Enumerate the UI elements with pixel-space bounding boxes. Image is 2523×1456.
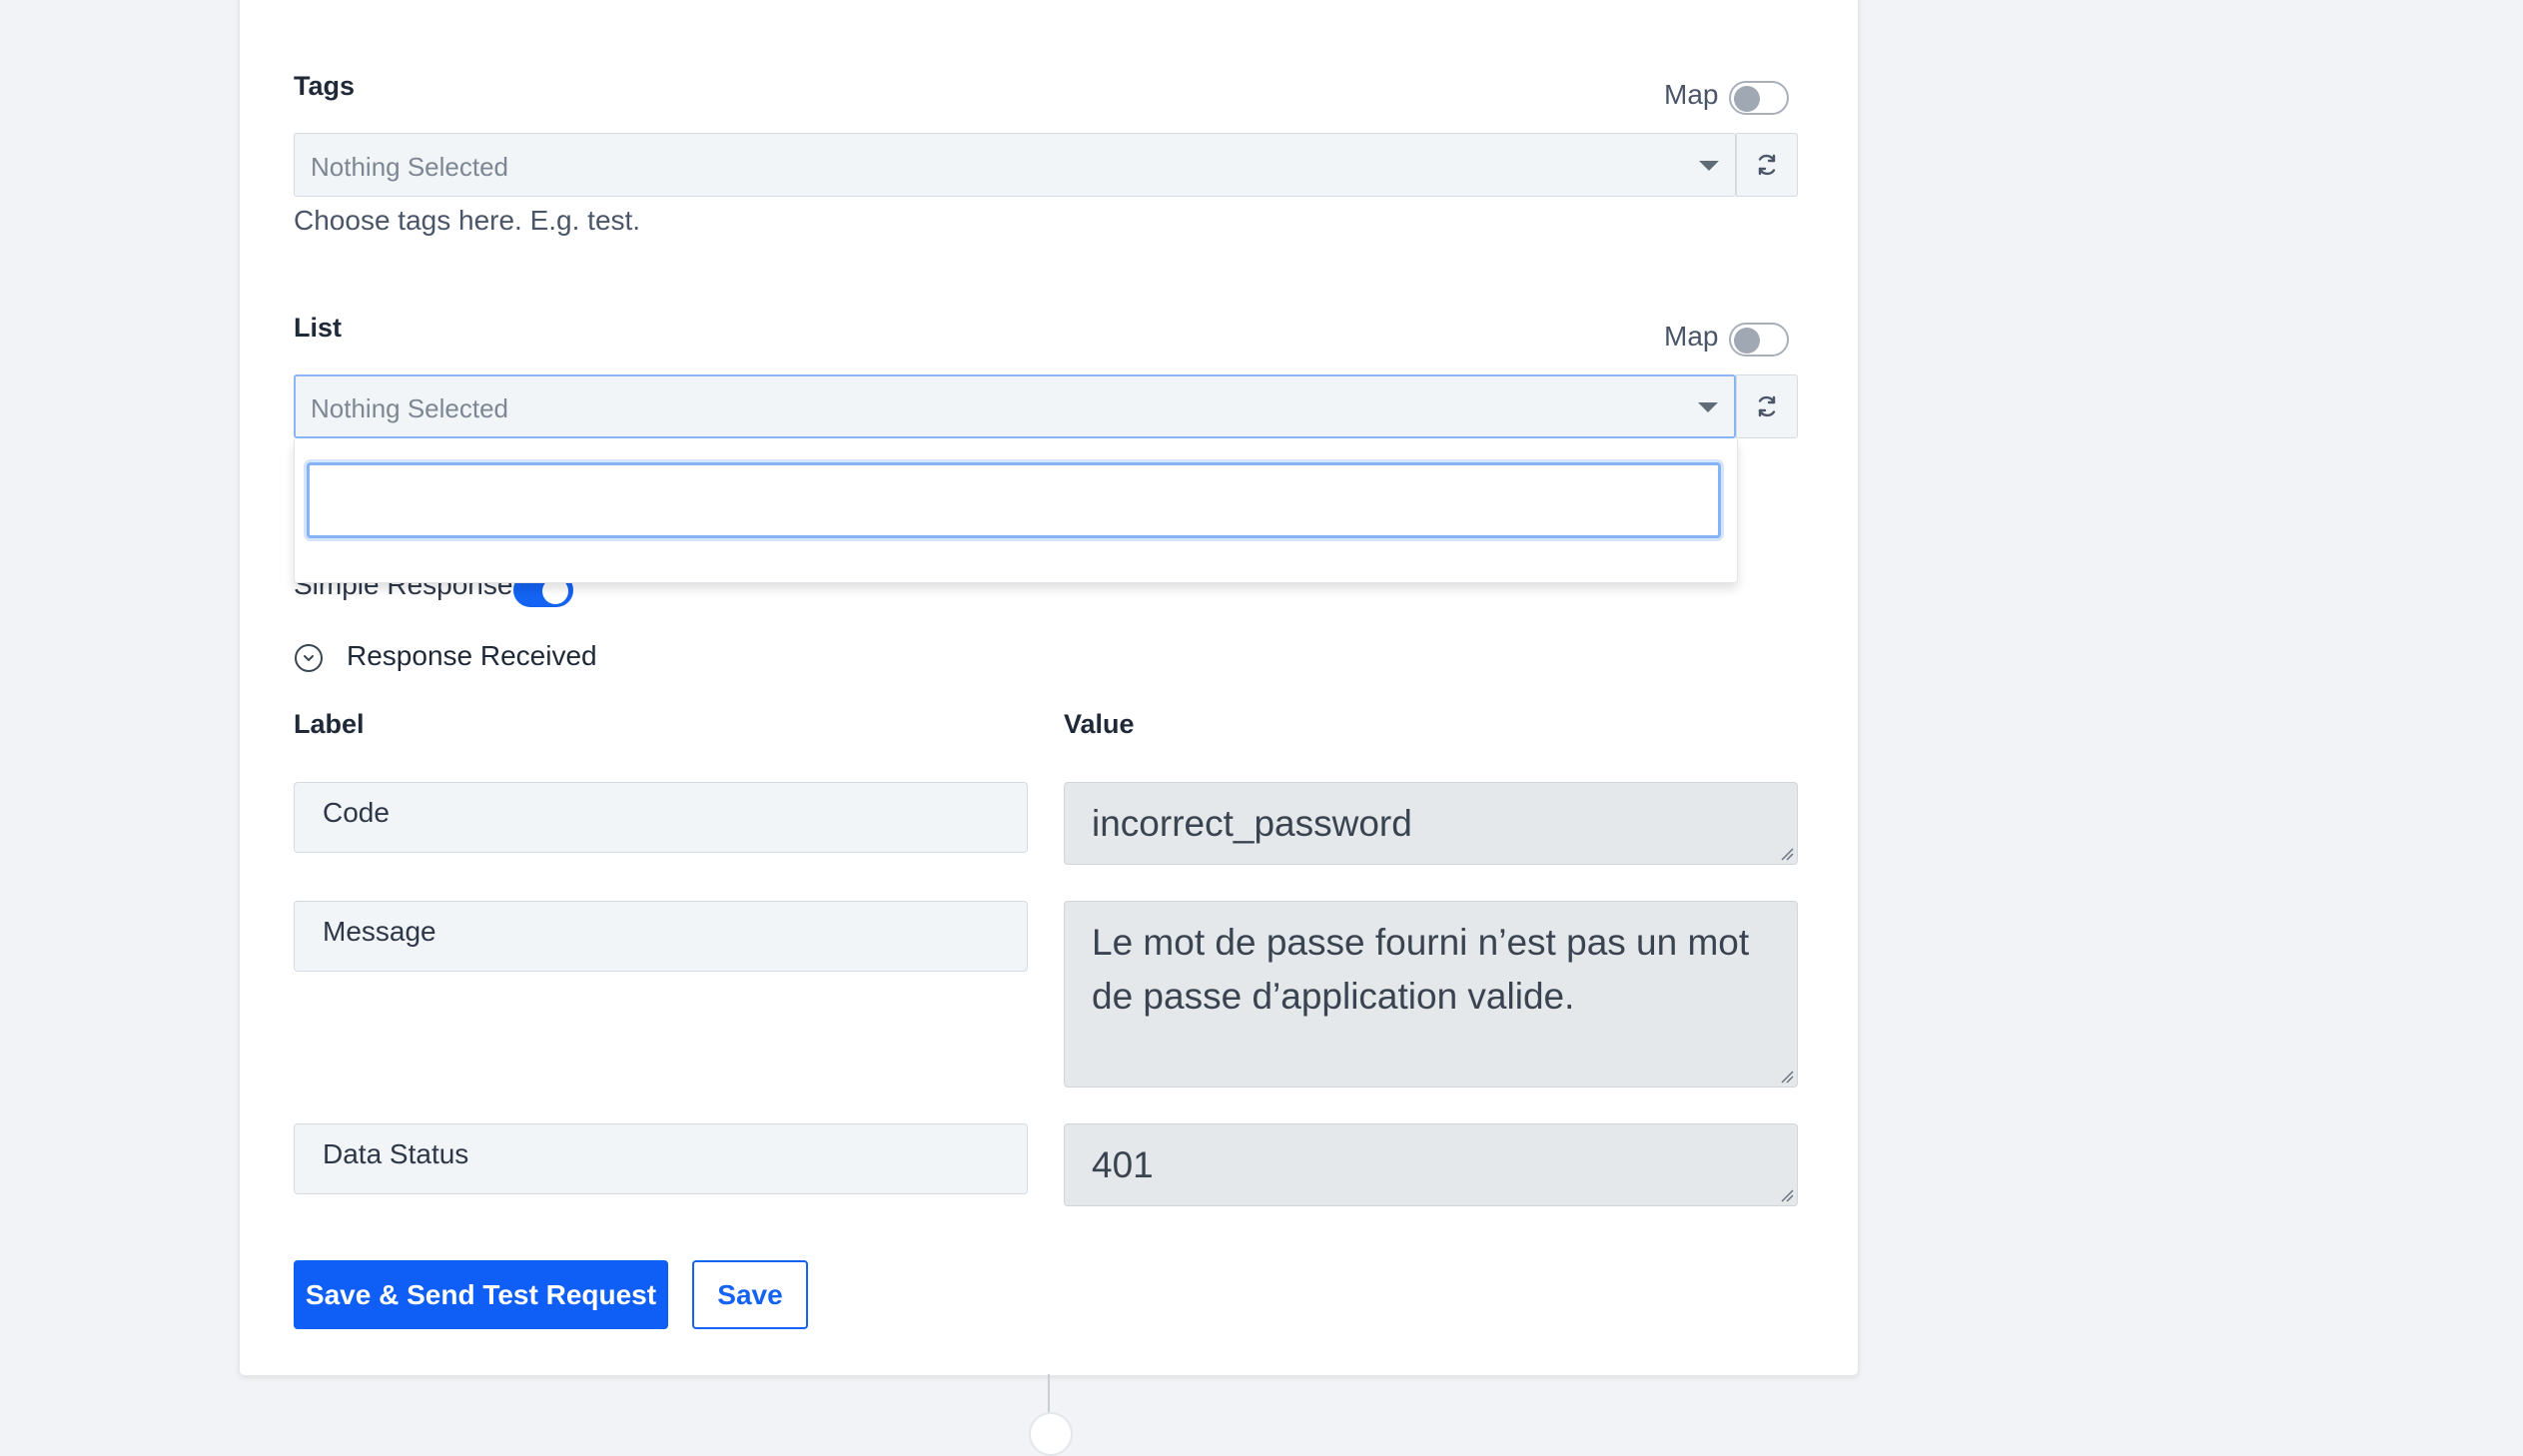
response-value-field[interactable]: Le mot de passe fourni n’est pas un mot … — [1064, 901, 1798, 1088]
list-select-placeholder: Nothing Selected — [311, 393, 509, 423]
list-dropdown-panel — [294, 439, 1738, 583]
list-label: List — [294, 313, 343, 343]
tags-help-text: Choose tags here. E.g. test. — [294, 205, 641, 236]
response-value-field[interactable]: incorrect_password — [1064, 782, 1798, 865]
tags-label: Tags — [294, 71, 356, 101]
list-map-toggle[interactable] — [1729, 323, 1789, 357]
list-select[interactable]: Nothing Selected — [294, 374, 1736, 438]
resize-handle-icon[interactable] — [1780, 1188, 1794, 1202]
save-button[interactable]: Save — [692, 1260, 808, 1329]
label-column-header: Label — [294, 709, 365, 739]
toggle-knob — [1734, 328, 1760, 354]
response-received-title: Response Received — [347, 640, 597, 671]
tags-map-label: Map — [1664, 79, 1719, 110]
response-value-field[interactable]: 401 — [1064, 1123, 1798, 1206]
chevron-down-icon — [304, 655, 314, 661]
response-value-text: 401 — [1092, 1144, 1154, 1185]
response-label-field[interactable]: Data Status — [294, 1123, 1028, 1194]
response-value-text: Le mot de passe fourni n’est pas un mot … — [1092, 922, 1750, 1017]
tags-refresh-button[interactable] — [1736, 133, 1798, 197]
resize-handle-icon[interactable] — [1780, 1070, 1794, 1084]
tags-select[interactable]: Nothing Selected — [294, 133, 1736, 197]
save-and-send-test-button[interactable]: Save & Send Test Request — [294, 1260, 668, 1329]
refresh-icon — [1758, 395, 1776, 417]
response-value-text: incorrect_password — [1092, 803, 1412, 844]
toggle-knob — [1734, 86, 1760, 112]
list-refresh-button[interactable] — [1736, 374, 1798, 438]
flow-connector-node — [1029, 1412, 1073, 1456]
value-column-header: Value — [1064, 709, 1135, 739]
caret-down-icon — [1698, 402, 1718, 412]
caret-down-icon — [1699, 161, 1719, 171]
list-search-input[interactable] — [307, 462, 1721, 538]
list-map-label: Map — [1664, 321, 1719, 352]
response-collapse-toggle[interactable] — [295, 644, 323, 672]
tags-map-toggle[interactable] — [1729, 81, 1789, 115]
tags-select-placeholder: Nothing Selected — [311, 152, 509, 182]
refresh-icon — [1758, 154, 1776, 176]
resize-handle-icon[interactable] — [1780, 847, 1794, 861]
response-label-field[interactable]: Message — [294, 901, 1028, 972]
response-label-field[interactable]: Code — [294, 782, 1028, 853]
